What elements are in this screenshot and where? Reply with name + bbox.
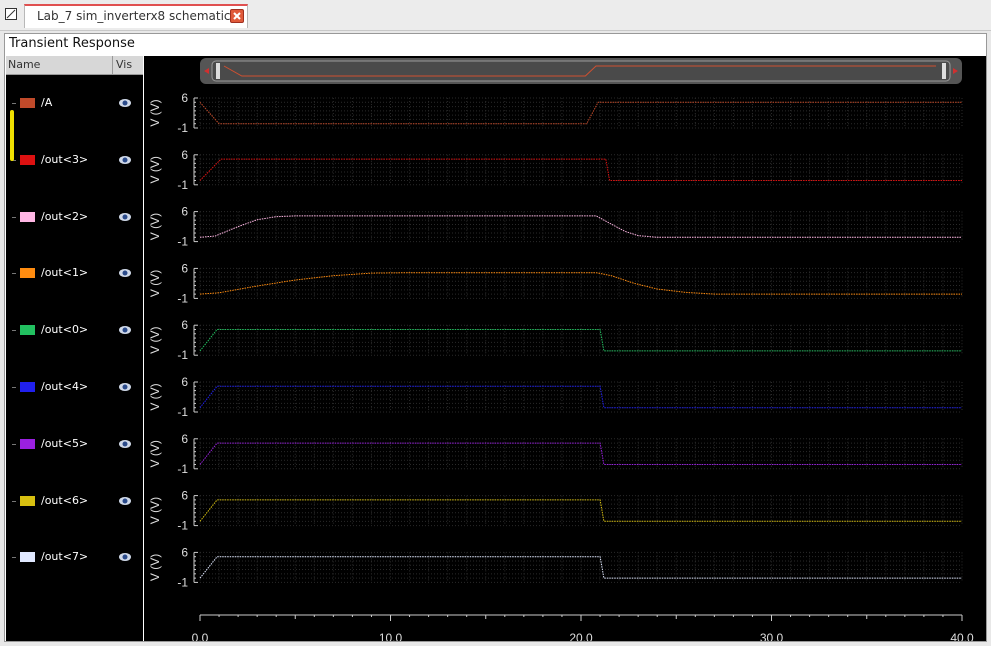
x-tick-label: 40.0 <box>950 631 974 641</box>
legend-item[interactable]: /out<5> <box>6 434 143 456</box>
trace-out6 <box>199 499 962 522</box>
y-tick-label-top: 6 <box>181 545 188 559</box>
x-tick-label: 30.0 <box>760 631 784 641</box>
y-tick-label-bottom: -1 <box>177 575 188 589</box>
color-swatch <box>20 438 35 449</box>
legend-item[interactable]: /out<4> <box>6 377 143 399</box>
legend-item[interactable]: /out<2> <box>6 207 143 229</box>
y-tick-label-bottom: -1 <box>177 178 188 192</box>
tab-schematic[interactable]: Lab_7 sim_inverterx8 schematic <box>24 4 248 28</box>
signal-name: /out<2> <box>41 209 89 223</box>
y-tick-label-bottom: -1 <box>177 405 188 419</box>
panel-title: Transient Response <box>9 36 135 51</box>
tab-label: Lab_7 sim_inverterx8 schematic <box>37 9 231 23</box>
name-column-header[interactable]: Name <box>8 58 40 71</box>
y-axis-label: V (V) <box>148 213 162 240</box>
y-tick-label-top: 6 <box>181 432 188 446</box>
tree-connector <box>12 500 16 502</box>
eye-icon[interactable] <box>118 97 132 109</box>
color-swatch <box>20 552 35 563</box>
y-tick-label-bottom: -1 <box>177 462 188 476</box>
y-axis-label: V (V) <box>148 156 162 183</box>
eye-icon[interactable] <box>118 438 132 450</box>
signal-name: /out<0> <box>41 323 89 337</box>
scrollbar-thumb <box>211 60 951 82</box>
signal-name: /out<1> <box>41 266 89 280</box>
y-axis-label: V (V) <box>148 99 162 126</box>
waveform-window: Transient Response Name Vis /A/out<3> /ou… <box>4 33 987 642</box>
y-axis-label: V (V) <box>148 554 162 581</box>
tree-connector <box>12 330 16 332</box>
x-tick-label: 20.0 <box>569 631 593 641</box>
y-tick-label-bottom: -1 <box>177 235 188 249</box>
signal-name: /A <box>41 96 53 109</box>
signal-name: /out<6> <box>41 493 89 507</box>
y-tick-label-top: 6 <box>181 261 188 275</box>
legend-item[interactable]: /out<3> <box>6 150 143 172</box>
y-axis-label: V (V) <box>148 327 162 354</box>
color-swatch <box>20 495 35 506</box>
signal-name: /out<7> <box>41 550 89 564</box>
scroll-right-handle <box>942 63 946 79</box>
y-axis-label: V (V) <box>148 497 162 524</box>
color-swatch <box>20 154 35 165</box>
eye-icon[interactable] <box>118 381 132 393</box>
signal-name: /out<3> <box>41 152 89 166</box>
tree-connector <box>12 216 16 218</box>
color-swatch <box>20 211 35 222</box>
color-swatch <box>20 98 35 108</box>
close-icon[interactable] <box>230 9 244 23</box>
scroll-left-handle <box>216 63 220 79</box>
selection-indicator <box>10 110 14 161</box>
strip-grid <box>199 267 963 299</box>
eye-icon[interactable] <box>118 495 132 507</box>
y-axis-label: V (V) <box>148 383 162 410</box>
y-axis-label: V (V) <box>148 440 162 467</box>
eye-icon[interactable] <box>118 551 132 563</box>
color-swatch <box>20 268 35 279</box>
tree-connector <box>12 103 16 104</box>
y-tick-label-bottom: -1 <box>177 121 188 135</box>
y-tick-label-top: 6 <box>181 148 188 162</box>
y-tick-label-top: 6 <box>181 375 188 389</box>
y-tick-label-top: 6 <box>181 318 188 332</box>
x-tick-label: 0.0 <box>192 631 209 641</box>
schematic-icon <box>5 8 17 20</box>
tree-connector <box>12 443 16 445</box>
x-scrollbar[interactable] <box>200 58 962 84</box>
waveform-plot[interactable]: 6 -1 V (V) 6 -1 V (V) 6 -1 V (V) 6 -1 V (V) 6 -1 V (V)… <box>144 56 986 641</box>
y-tick-label-bottom: -1 <box>177 348 188 362</box>
tab-bar: Lab_7 sim_inverterx8 schematic <box>0 0 991 31</box>
legend-item[interactable]: /out<0> <box>6 320 143 342</box>
y-tick-label-top: 6 <box>181 205 188 219</box>
vis-column-header[interactable]: Vis <box>112 56 132 74</box>
tree-connector <box>12 557 16 559</box>
plot-area[interactable]: 6 -1 V (V) 6 -1 V (V) 6 -1 V (V) 6 -1 V (V) 6 -1 V (V)… <box>144 56 986 641</box>
legend-item[interactable]: /A <box>6 93 143 115</box>
color-swatch <box>20 382 35 392</box>
x-tick-label: 10.0 <box>379 631 403 641</box>
tree-connector <box>12 273 16 275</box>
eye-icon[interactable] <box>118 154 132 166</box>
y-tick-label-top: 6 <box>181 489 188 503</box>
y-tick-label-top: 6 <box>181 91 188 105</box>
legend-item[interactable]: /out<7> <box>6 547 143 569</box>
legend-item[interactable]: /out<6> <box>6 491 143 513</box>
legend-item[interactable]: /out<1> <box>6 263 143 285</box>
signal-name: /out<5> <box>41 436 89 450</box>
y-axis-label: V (V) <box>148 270 162 297</box>
y-tick-label-bottom: -1 <box>177 519 188 533</box>
tree-connector <box>12 387 16 388</box>
legend-header: Name Vis <box>6 56 143 75</box>
signal-legend: Name Vis /A/out<3> /out<2> /out<1> /out<0> /… <box>6 56 143 641</box>
color-swatch <box>20 325 35 336</box>
eye-icon[interactable] <box>118 324 132 336</box>
eye-icon[interactable] <box>118 211 132 223</box>
signal-name: /out<4> <box>41 380 89 393</box>
eye-icon[interactable] <box>118 267 132 279</box>
y-tick-label-bottom: -1 <box>177 291 188 305</box>
